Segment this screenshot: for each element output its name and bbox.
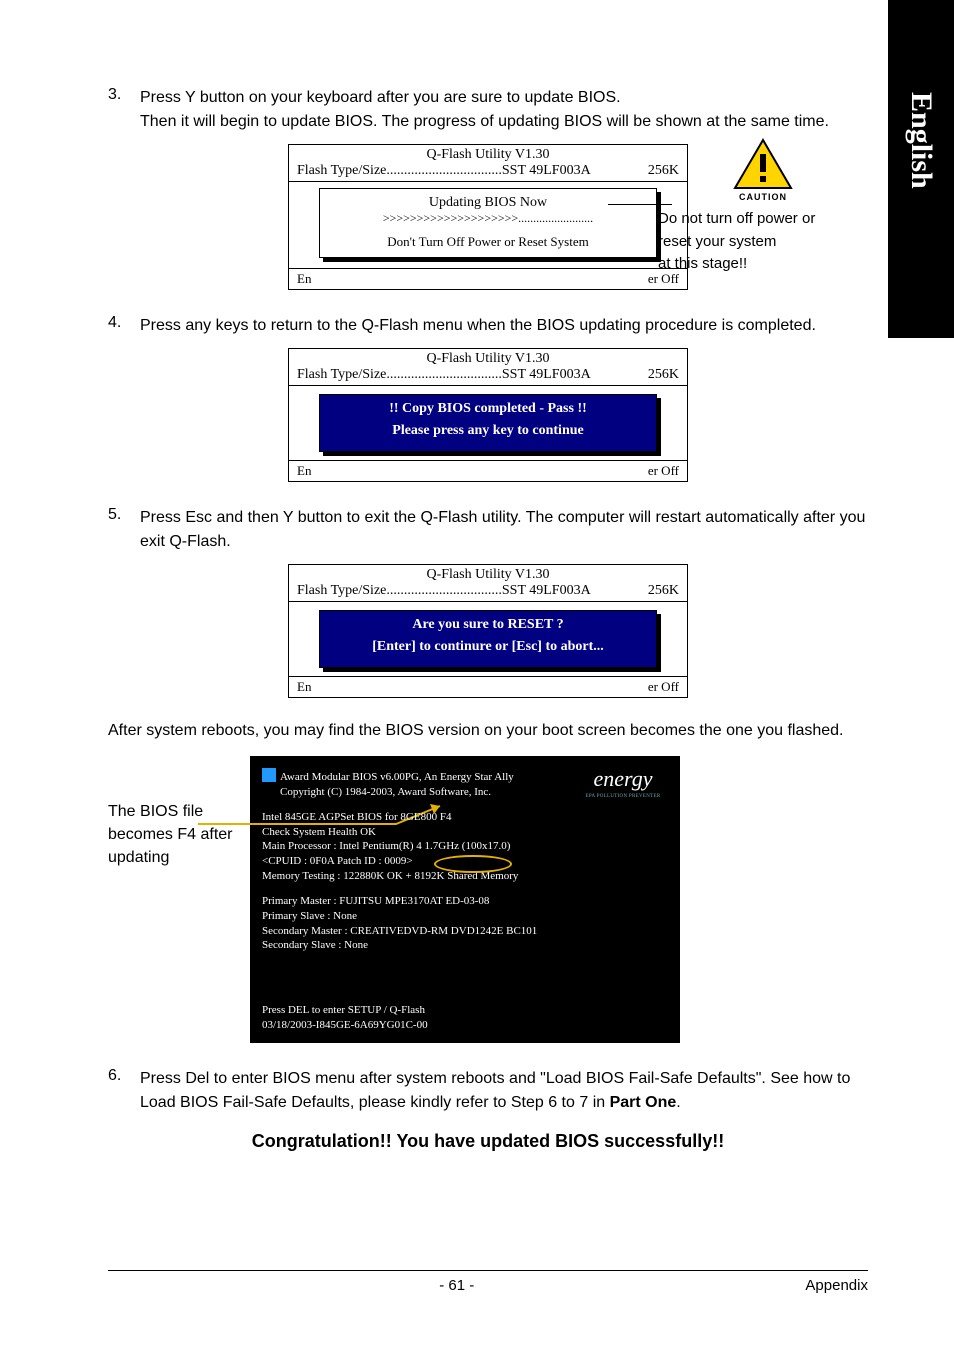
page-number: - 61 - <box>439 1277 474 1294</box>
qflash-title-2: Q-Flash Utility V1.30 <box>289 349 687 367</box>
boot-l11: Secondary Slave : None <box>262 939 368 951</box>
step-3-line2: Then it will begin to update BIOS. The p… <box>140 113 829 130</box>
side-language-tab: English <box>888 0 954 338</box>
qflash-inner-updating: Updating BIOS Now >>>>>>>>>>>>>>>>>>>>..… <box>319 188 657 258</box>
step-4: 4. Press any keys to return to the Q-Fla… <box>108 314 868 338</box>
boot-screen: energy EPA POLLUTION PREVENTER Award Mod… <box>250 756 680 1043</box>
congratulation-text: Congratulation!! You have updated BIOS s… <box>108 1131 868 1152</box>
figure-reset: Q-Flash Utility V1.30 Flash Type/Size...… <box>108 564 868 698</box>
step-6-text: Press Del to enter BIOS menu after syste… <box>140 1067 868 1115</box>
step-5-text: Press Esc and then Y button to exit the … <box>140 506 868 554</box>
step-6-textA: Press Del to enter BIOS menu after syste… <box>140 1070 850 1111</box>
language-label: English <box>904 92 938 189</box>
caution-text: Do not turn off power or reset your syst… <box>658 208 868 276</box>
figure-completed: Q-Flash Utility V1.30 Flash Type/Size...… <box>108 348 868 482</box>
qflash-foot-off-3: er Off <box>648 679 679 695</box>
boot-l6: <CPUID : 0F0A Patch ID : 0009> <box>262 855 413 867</box>
qflash-inner-reset: Are you sure to RESET ? [Enter] to conti… <box>319 610 657 668</box>
page-footer: - 61 - Appendix <box>108 1270 868 1294</box>
boot-l4: Check System Health OK <box>262 826 376 838</box>
qflash-flash-label-3: Flash Type/Size.........................… <box>297 583 591 599</box>
boot-block-4: Press DEL to enter SETUP / Q-Flash 03/18… <box>262 1003 668 1033</box>
energy-logo: energy EPA POLLUTION PREVENTER <box>576 764 670 800</box>
step-6-textB: Part One <box>610 1094 677 1111</box>
caution-line3: at this stage!! <box>658 255 747 272</box>
epa-text: EPA POLLUTION PREVENTER <box>576 794 670 801</box>
award-icon <box>262 768 276 782</box>
qflash-box-reset: Q-Flash Utility V1.30 Flash Type/Size...… <box>288 564 688 698</box>
step-6-number: 6. <box>108 1067 140 1115</box>
completed-line2: Please press any key to continue <box>326 423 650 439</box>
qflash-box-updating: Q-Flash Utility V1.30 Flash Type/Size...… <box>288 144 688 290</box>
boot-label: The BIOS file becomes F4 after updating <box>108 800 238 870</box>
qflash-flash-row-2: Flash Type/Size.........................… <box>289 367 687 386</box>
step-4-text: Press any keys to return to the Q-Flash … <box>140 314 816 338</box>
boot-l5: Main Processor : Intel Pentium(R) 4 1.7G… <box>262 840 510 852</box>
boot-l8: Primary Master : FUJITSU MPE3170AT ED-03… <box>262 895 489 907</box>
qflash-title: Q-Flash Utility V1.30 <box>289 145 687 163</box>
qflash-body-3: Are you sure to RESET ? [Enter] to conti… <box>289 602 687 676</box>
qflash-foot-en-2: En <box>297 463 311 479</box>
qflash-foot-en-3: En <box>297 679 311 695</box>
qflash-body-2: !! Copy BIOS completed - Pass !! Please … <box>289 386 687 460</box>
qflash-inner-completed: !! Copy BIOS completed - Pass !! Please … <box>319 394 657 452</box>
qflash-foot: En er Off <box>289 268 687 289</box>
caution-block: CAUTION Do not turn off power or reset y… <box>658 138 868 276</box>
main-content: 3. Press Y button on your keyboard after… <box>108 86 868 1152</box>
step-6-textC: . <box>676 1094 680 1111</box>
qflash-foot-3: En er Off <box>289 676 687 697</box>
updating-heading: Updating BIOS Now <box>326 195 650 211</box>
boot-l7: Memory Testing : 122880K OK + 8192K Shar… <box>262 870 518 882</box>
step-3-line1: Press Y button on your keyboard after yo… <box>140 89 621 106</box>
boot-l2: Copyright (C) 1984-2003, Award Software,… <box>280 786 491 798</box>
step-6: 6. Press Del to enter BIOS menu after sy… <box>108 1067 868 1115</box>
caution-line2: reset your system <box>658 233 776 250</box>
boot-l10: Secondary Master : CREATIVEDVD-RM DVD124… <box>262 925 537 937</box>
qflash-flash-label: Flash Type/Size.........................… <box>297 163 591 179</box>
step-3-number: 3. <box>108 86 140 134</box>
qflash-flash-label-2: Flash Type/Size.........................… <box>297 367 591 383</box>
qflash-flash-size-2: 256K <box>648 367 679 383</box>
boot-l1: Award Modular BIOS v6.00PG, An Energy St… <box>280 771 514 783</box>
step-3: 3. Press Y button on your keyboard after… <box>108 86 868 134</box>
qflash-flash-size-3: 256K <box>648 583 679 599</box>
qflash-flash-row-3: Flash Type/Size.........................… <box>289 583 687 602</box>
boot-row: The BIOS file becomes F4 after updating … <box>108 756 868 1043</box>
qflash-flash-row: Flash Type/Size.........................… <box>289 163 687 182</box>
step-5-number: 5. <box>108 506 140 554</box>
reset-line2: [Enter] to continure or [Esc] to abort..… <box>326 639 650 655</box>
caution-line1: Do not turn off power or <box>658 210 815 227</box>
energy-text: energy <box>576 764 670 794</box>
boot-l9: Primary Slave : None <box>262 910 357 922</box>
updating-warn: Don't Turn Off Power or Reset System <box>326 234 650 250</box>
step-4-number: 4. <box>108 314 140 338</box>
boot-l3: Intel 845GE AGPSet BIOS for 8GE800 F4 <box>262 811 451 823</box>
after-reboot-text: After system reboots, you may find the B… <box>108 722 868 740</box>
qflash-box-completed: Q-Flash Utility V1.30 Flash Type/Size...… <box>288 348 688 482</box>
completed-line1: !! Copy BIOS completed - Pass !! <box>326 401 650 417</box>
caution-label: CAUTION <box>658 192 868 202</box>
reset-line1: Are you sure to RESET ? <box>326 617 650 633</box>
caution-icon <box>733 138 793 190</box>
qflash-foot-2: En er Off <box>289 460 687 481</box>
boot-l13: 03/18/2003-I845GE-6A69YG01C-00 <box>262 1019 428 1031</box>
boot-block-3: Primary Master : FUJITSU MPE3170AT ED-03… <box>262 894 668 953</box>
qflash-body: Updating BIOS Now >>>>>>>>>>>>>>>>>>>>..… <box>289 182 687 268</box>
step-5: 5. Press Esc and then Y button to exit t… <box>108 506 868 554</box>
updating-progress: >>>>>>>>>>>>>>>>>>>>....................… <box>326 211 650 226</box>
boot-block-2: Intel 845GE AGPSet BIOS for 8GE800 F4 Ch… <box>262 810 668 884</box>
qflash-title-3: Q-Flash Utility V1.30 <box>289 565 687 583</box>
section-name: Appendix <box>805 1277 868 1294</box>
step-3-text: Press Y button on your keyboard after yo… <box>140 86 829 134</box>
qflash-foot-en: En <box>297 271 311 287</box>
boot-l12: Press DEL to enter SETUP / Q-Flash <box>262 1004 425 1016</box>
qflash-foot-off-2: er Off <box>648 463 679 479</box>
figure-updating: Q-Flash Utility V1.30 Flash Type/Size...… <box>108 144 868 290</box>
